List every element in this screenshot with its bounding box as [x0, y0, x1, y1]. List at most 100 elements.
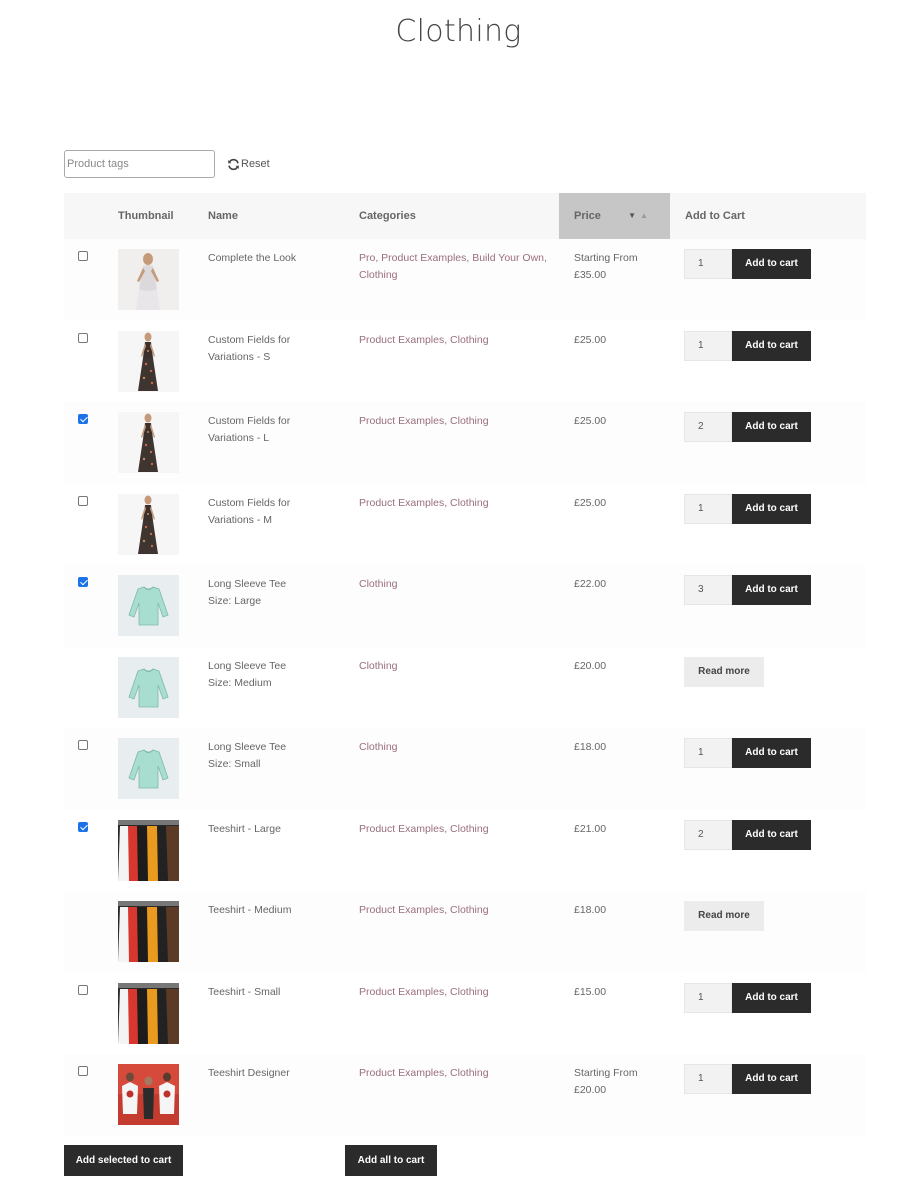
product-categories[interactable]: Product Examples, Clothing	[359, 821, 549, 838]
table-body: Complete the Look Pro, Product Examples, …	[64, 239, 866, 1136]
add-all-to-cart-button[interactable]: Add all to cart	[345, 1145, 437, 1176]
product-name-line: Teeshirt - Large	[208, 822, 281, 835]
product-name-line: Custom Fields for	[208, 415, 291, 427]
product-thumbnail[interactable]	[118, 738, 179, 799]
add-to-cart-button[interactable]: Add to cart	[732, 819, 811, 850]
product-variation: Variations - L	[208, 432, 270, 444]
add-to-cart-button[interactable]: Add to cart	[732, 412, 811, 442]
product-thumbnail[interactable]	[118, 656, 179, 718]
product-thumbnail[interactable]	[118, 982, 179, 1044]
table-row: Long Sleeve Tee Size: Medium Clothing £20.0…	[64, 646, 866, 728]
product-categories[interactable]: Pro, Product Examples, Build Your Own, C…	[359, 250, 549, 284]
product-name[interactable]: Teeshirt - Medium	[208, 902, 328, 919]
reset-button[interactable]: Reset	[227, 158, 270, 171]
product-name[interactable]: Long Sleeve Tee Size: Medium	[208, 658, 328, 692]
add-selected-to-cart-button[interactable]: Add selected to cart	[64, 1145, 183, 1176]
product-name[interactable]: Teeshirt - Small	[208, 984, 328, 1001]
row-select-checkbox[interactable]	[78, 740, 88, 750]
quantity-input[interactable]: 1	[684, 330, 732, 361]
product-price: £22.00	[574, 576, 664, 593]
product-variation: Size: Small	[208, 758, 261, 770]
product-thumbnail[interactable]	[118, 330, 179, 392]
row-select-checkbox[interactable]	[78, 332, 88, 343]
product-table: Thumbnail Name Categories Price ▼▲ Add t…	[64, 193, 866, 1136]
row-select-checkbox[interactable]	[78, 821, 88, 832]
product-categories[interactable]: Product Examples, Clothing	[359, 984, 549, 1001]
quantity-input[interactable]: 3	[684, 575, 732, 605]
product-name[interactable]: Teeshirt Designer	[208, 1065, 328, 1082]
product-name-line: Custom Fields for	[208, 333, 291, 346]
quantity-input[interactable]: 1	[684, 738, 732, 768]
price-value: £20.00	[574, 1084, 607, 1096]
add-to-cart-button[interactable]: Add to cart	[732, 738, 811, 768]
table-row: Teeshirt - Medium Product Examples, Cloth…	[64, 891, 866, 973]
product-name[interactable]: Long Sleeve Tee Size: Small	[208, 739, 328, 773]
product-thumbnail[interactable]	[118, 249, 179, 310]
product-name-line: Teeshirt Designer	[208, 1067, 290, 1079]
product-thumbnail[interactable]	[118, 412, 179, 473]
column-header-categories[interactable]: Categories	[359, 193, 416, 239]
product-thumbnail[interactable]	[118, 493, 179, 555]
sort-desc-icon: ▼	[628, 211, 641, 220]
price-line: Starting From	[574, 252, 638, 264]
add-to-cart-button[interactable]: Add to cart	[732, 330, 811, 361]
product-name-line: Custom Fields for	[208, 496, 291, 509]
product-price: Starting From £35.00	[574, 250, 664, 284]
add-to-cart-button[interactable]: Add to cart	[732, 982, 811, 1013]
quantity-input[interactable]: 1	[684, 493, 732, 524]
product-variation: Variations - M	[208, 513, 272, 526]
quantity-input[interactable]: 1	[684, 982, 732, 1013]
quantity-input[interactable]: 2	[684, 412, 732, 442]
table-row: Custom Fields for Variations - M Product E…	[64, 483, 866, 565]
add-to-cart-button[interactable]: Add to cart	[732, 493, 811, 524]
product-categories[interactable]: Product Examples, Clothing	[359, 902, 549, 919]
read-more-button[interactable]: Read more	[684, 656, 764, 687]
column-header-name[interactable]: Name	[208, 193, 238, 239]
column-header-price[interactable]: Price ▼▲	[559, 193, 670, 239]
quantity-input[interactable]: 1	[684, 249, 732, 279]
product-thumbnail[interactable]	[118, 1064, 179, 1125]
price-line: £21.00	[574, 822, 607, 835]
product-thumbnail[interactable]	[118, 819, 179, 881]
product-thumbnail[interactable]	[118, 901, 179, 962]
add-to-cart-button[interactable]: Add to cart	[732, 249, 811, 279]
product-tags-select[interactable]: Product tags	[64, 150, 215, 178]
row-select-checkbox[interactable]	[78, 1066, 88, 1076]
table-row: Custom Fields for Variations - L Product E…	[64, 402, 866, 484]
product-price: Starting From £20.00	[574, 1065, 664, 1099]
product-categories[interactable]: Clothing	[359, 658, 549, 675]
product-categories[interactable]: Product Examples, Clothing	[359, 495, 549, 512]
price-line: £25.00	[574, 333, 607, 346]
column-header-thumbnail: Thumbnail	[118, 210, 174, 222]
table-row: Teeshirt Designer Product Examples, Cloth…	[64, 1054, 866, 1136]
product-name-line: Long Sleeve Tee	[208, 659, 287, 672]
add-to-cart-button[interactable]: Add to cart	[732, 575, 811, 605]
product-categories[interactable]: Clothing	[359, 576, 549, 593]
price-line: £15.00	[574, 985, 607, 998]
row-select-checkbox[interactable]	[78, 251, 88, 261]
read-more-button[interactable]: Read more	[684, 901, 764, 931]
add-to-cart-button[interactable]: Add to cart	[732, 1064, 811, 1094]
quantity-input[interactable]: 1	[684, 1064, 732, 1094]
product-categories[interactable]: Product Examples, Clothing	[359, 413, 549, 430]
row-select-checkbox[interactable]	[78, 577, 88, 587]
price-line: £22.00	[574, 578, 607, 590]
product-name[interactable]: Long Sleeve Tee Size: Large	[208, 576, 328, 610]
row-select-checkbox[interactable]	[78, 414, 88, 424]
row-select-checkbox[interactable]	[78, 984, 88, 995]
product-name[interactable]: Complete the Look	[208, 250, 328, 267]
product-name[interactable]: Teeshirt - Large	[208, 821, 328, 838]
product-name[interactable]: Custom Fields for Variations - L	[208, 413, 328, 447]
table-row: Teeshirt - Large Product Examples, Clothi…	[64, 809, 866, 891]
product-price: £15.00	[574, 984, 664, 1001]
product-categories[interactable]: Product Examples, Clothing	[359, 1065, 549, 1082]
table-header: Thumbnail Name Categories Price ▼▲ Add t…	[64, 193, 866, 239]
product-name[interactable]: Custom Fields for Variations - S	[208, 332, 328, 366]
product-name[interactable]: Custom Fields for Variations - M	[208, 495, 328, 529]
product-categories[interactable]: Clothing	[359, 739, 549, 756]
row-select-checkbox[interactable]	[78, 495, 88, 506]
product-categories[interactable]: Product Examples, Clothing	[359, 332, 549, 349]
product-thumbnail[interactable]	[118, 575, 179, 636]
quantity-input[interactable]: 2	[684, 819, 732, 850]
reset-icon	[228, 158, 239, 170]
